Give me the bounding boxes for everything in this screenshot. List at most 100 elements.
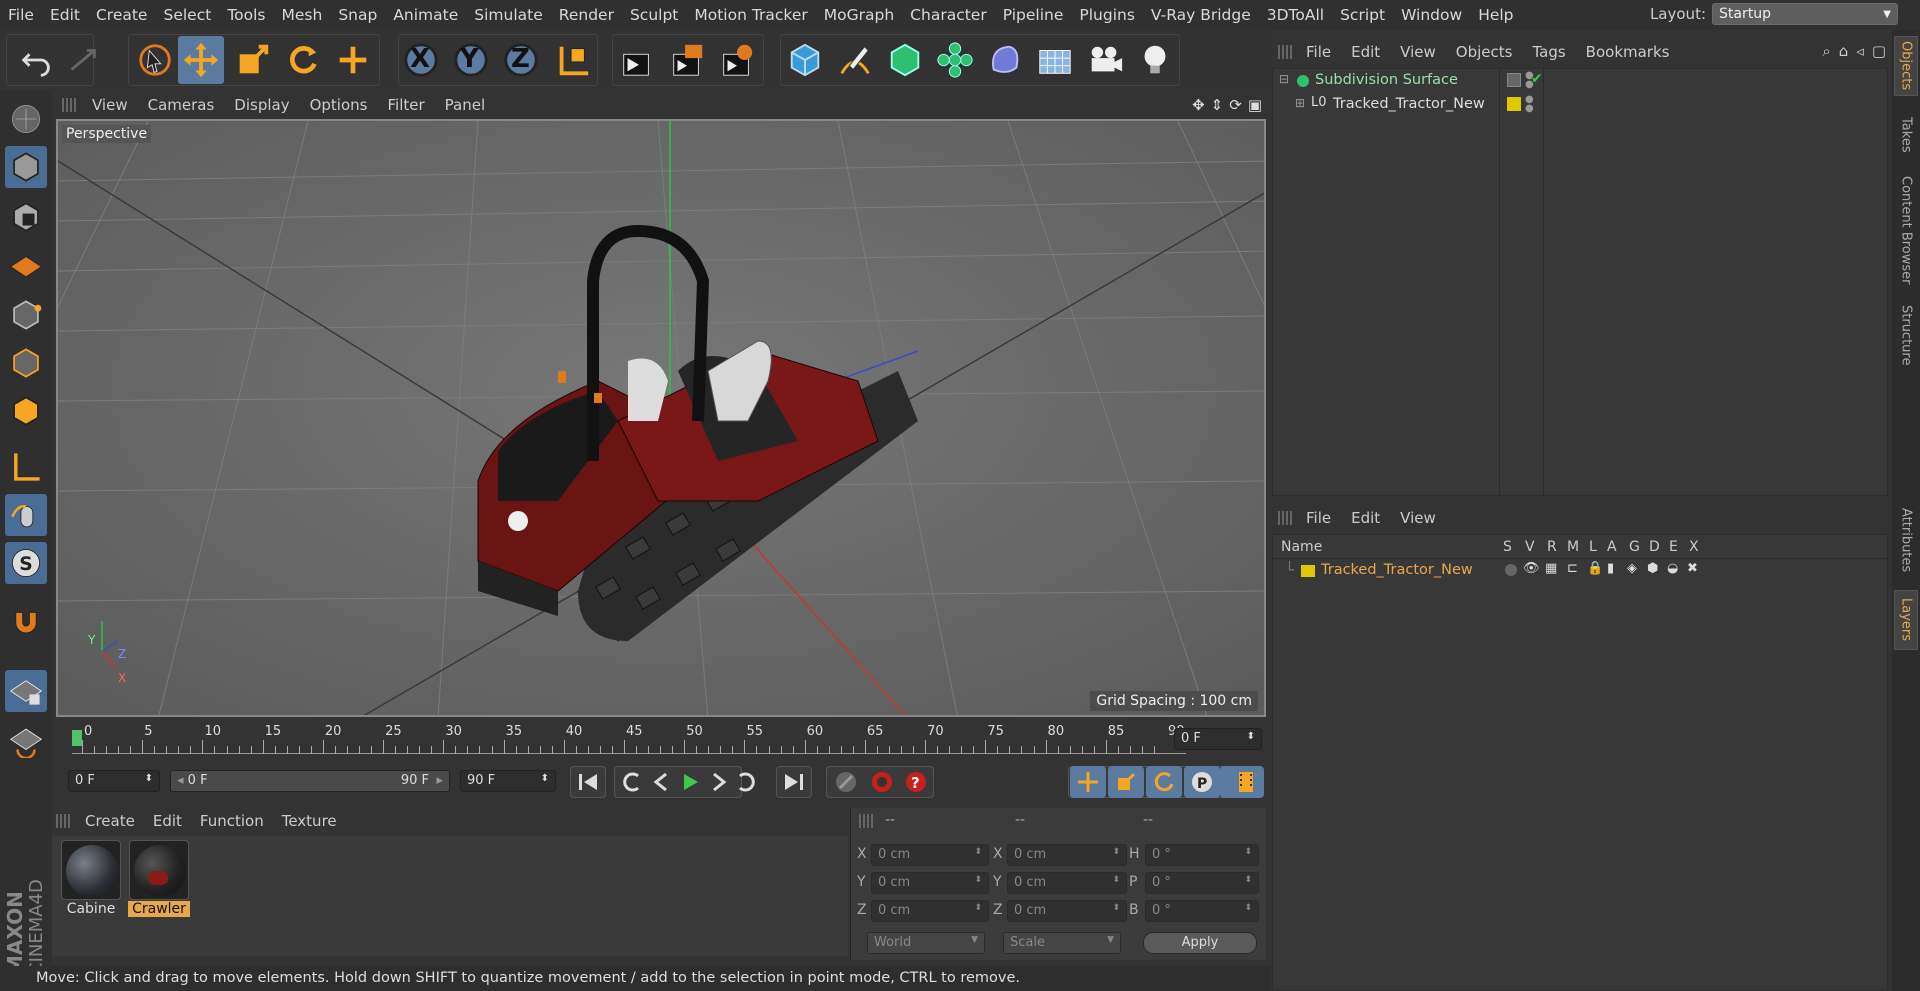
render-settings-icon[interactable] [714, 36, 760, 84]
end-frame-field[interactable]: 90 F ⬍ [460, 770, 556, 792]
current-frame-field[interactable]: 0 F ⬍ [1174, 728, 1262, 750]
go-to-end-button[interactable] [776, 766, 812, 798]
frame-range-slider[interactable]: ◂ 0 F 90 F ▸ [170, 770, 450, 792]
menu-edit[interactable]: Edit [42, 6, 88, 24]
viewport-menu-filter[interactable]: Filter [377, 96, 434, 114]
light-icon[interactable] [1132, 36, 1178, 84]
viewport-rotate-icon[interactable]: ⟳ [1229, 96, 1242, 114]
lm-menu-view[interactable]: View [1390, 509, 1446, 527]
viewport-zoom-icon[interactable]: ⇕ [1211, 96, 1224, 114]
expand-toggle-icon[interactable]: ⊞ [1295, 96, 1305, 110]
panel-grip-icon[interactable] [62, 98, 76, 112]
material-swatch[interactable]: Cabine [60, 840, 122, 920]
object-name[interactable]: Tracked_Tractor_New [1333, 96, 1485, 112]
layer-color-swatch[interactable] [1507, 97, 1521, 111]
apply-button[interactable]: Apply [1143, 932, 1257, 954]
manager-tree-icon[interactable]: ⊏ [1567, 561, 1578, 576]
header-solo[interactable]: S [1503, 539, 1512, 555]
go-to-start-button[interactable] [570, 766, 606, 798]
back-icon[interactable]: ◃ [1856, 42, 1864, 60]
keyframe-selection-button[interactable]: ? [898, 766, 934, 798]
timeline-button[interactable] [1228, 766, 1264, 798]
deformer-toggle-icon[interactable]: ⬢ [1647, 561, 1658, 576]
header-name[interactable]: Name [1281, 539, 1322, 555]
lock-icon[interactable]: 🔒 [1587, 561, 1603, 576]
material-menu-edit[interactable]: Edit [144, 812, 191, 830]
autokey-button[interactable] [864, 766, 900, 798]
collapse-toggle-icon[interactable]: ⊟ [1279, 72, 1289, 86]
header-manager[interactable]: M [1567, 539, 1579, 555]
rot-p-field[interactable]: 0 ° ⬍ [1145, 872, 1259, 894]
camera-icon[interactable] [1082, 36, 1128, 84]
planar-workplane-icon[interactable] [5, 720, 47, 762]
menu-snap[interactable]: Snap [330, 6, 385, 24]
menu-animate[interactable]: Animate [385, 6, 466, 24]
menu-mograph[interactable]: MoGraph [816, 6, 902, 24]
layer-swatch-icon[interactable] [1507, 73, 1521, 87]
last-tool-icon[interactable] [330, 36, 376, 84]
menu-simulate[interactable]: Simulate [466, 6, 551, 24]
rot-b-field[interactable]: 0 ° ⬍ [1145, 900, 1259, 922]
render-clapper-icon[interactable]: ▦ [1545, 561, 1557, 576]
menu-file[interactable]: File [0, 6, 42, 24]
render-picture-viewer-icon[interactable] [664, 36, 710, 84]
header-animation[interactable]: A [1607, 539, 1617, 555]
xref-icon[interactable]: ✖ [1687, 561, 1698, 576]
material-menu-texture[interactable]: Texture [273, 812, 346, 830]
menu-tools[interactable]: Tools [219, 6, 273, 24]
header-generators[interactable]: G [1629, 539, 1640, 555]
next-key-button[interactable] [728, 766, 764, 798]
playhead[interactable] [72, 730, 82, 746]
lm-menu-edit[interactable]: Edit [1341, 509, 1390, 527]
om-menu-file[interactable]: File [1296, 43, 1341, 61]
viewport-menu-view[interactable]: View [82, 96, 138, 114]
enabled-check-icon[interactable]: ✔ [1531, 71, 1543, 87]
tab-structure[interactable]: Structure [1894, 300, 1918, 370]
move-icon[interactable] [178, 36, 224, 84]
edges-mode-icon[interactable] [5, 342, 47, 384]
viewport-menu-cameras[interactable]: Cameras [138, 96, 225, 114]
material-menu-function[interactable]: Function [191, 812, 273, 830]
live-select-icon[interactable] [132, 36, 178, 84]
material-swatch[interactable]: Crawler [128, 840, 190, 920]
snapping-icon[interactable] [5, 600, 47, 642]
scale-mode-select[interactable]: Scale ▼ [1003, 932, 1121, 954]
make-editable-icon[interactable] [5, 98, 47, 140]
tab-content-browser[interactable]: Content Browser [1894, 170, 1918, 290]
texture-mode-icon[interactable] [5, 196, 47, 238]
viewport-menu-display[interactable]: Display [224, 96, 299, 114]
points-mode-icon[interactable] [5, 294, 47, 336]
header-view[interactable]: V [1525, 539, 1535, 555]
perspective-viewport[interactable]: Y Z X Perspective Grid Spacing : 100 cm [56, 119, 1266, 717]
rot-h-field[interactable]: 0 ° ⬍ [1145, 844, 1259, 866]
cloner-icon[interactable] [932, 36, 978, 84]
key-position-button[interactable] [1070, 766, 1106, 798]
pos-y-field[interactable]: 0 cm ⬍ [871, 872, 989, 894]
om-menu-objects[interactable]: Objects [1446, 43, 1523, 61]
object-row[interactable]: ⊞ L0 Tracked_Tractor_New ● ● [1273, 95, 1887, 117]
tab-attributes[interactable]: Attributes [1894, 500, 1918, 580]
model-mode-icon[interactable] [5, 146, 47, 188]
timeline-ruler[interactable]: 051015202530354045505560657075808590 0 F… [52, 720, 1266, 758]
floor-scene-icon[interactable] [1032, 36, 1078, 84]
x-axis-lock-icon[interactable]: X [398, 36, 444, 84]
undo-icon[interactable] [14, 36, 60, 84]
om-menu-edit[interactable]: Edit [1341, 43, 1390, 61]
menu-pipeline[interactable]: Pipeline [995, 6, 1072, 24]
menu-create[interactable]: Create [88, 6, 156, 24]
object-name[interactable]: Subdivision Surface [1315, 72, 1458, 88]
y-axis-lock-icon[interactable]: Y [448, 36, 494, 84]
header-expressions[interactable]: E [1669, 539, 1678, 555]
om-menu-view[interactable]: View [1390, 43, 1446, 61]
size-z-field[interactable]: 0 cm ⬍ [1007, 900, 1127, 922]
om-menu-bookmarks[interactable]: Bookmarks [1576, 43, 1680, 61]
eye-icon[interactable]: 👁 [1523, 561, 1540, 576]
cube-primitive-icon[interactable] [782, 36, 828, 84]
menu-script[interactable]: Script [1332, 6, 1393, 24]
om-menu-tags[interactable]: Tags [1522, 43, 1575, 61]
tab-objects[interactable]: Objects [1894, 36, 1918, 96]
header-render[interactable]: R [1547, 539, 1557, 555]
render-view-icon[interactable] [614, 36, 660, 84]
key-scale-button[interactable] [1108, 766, 1144, 798]
menu-character[interactable]: Character [902, 6, 995, 24]
